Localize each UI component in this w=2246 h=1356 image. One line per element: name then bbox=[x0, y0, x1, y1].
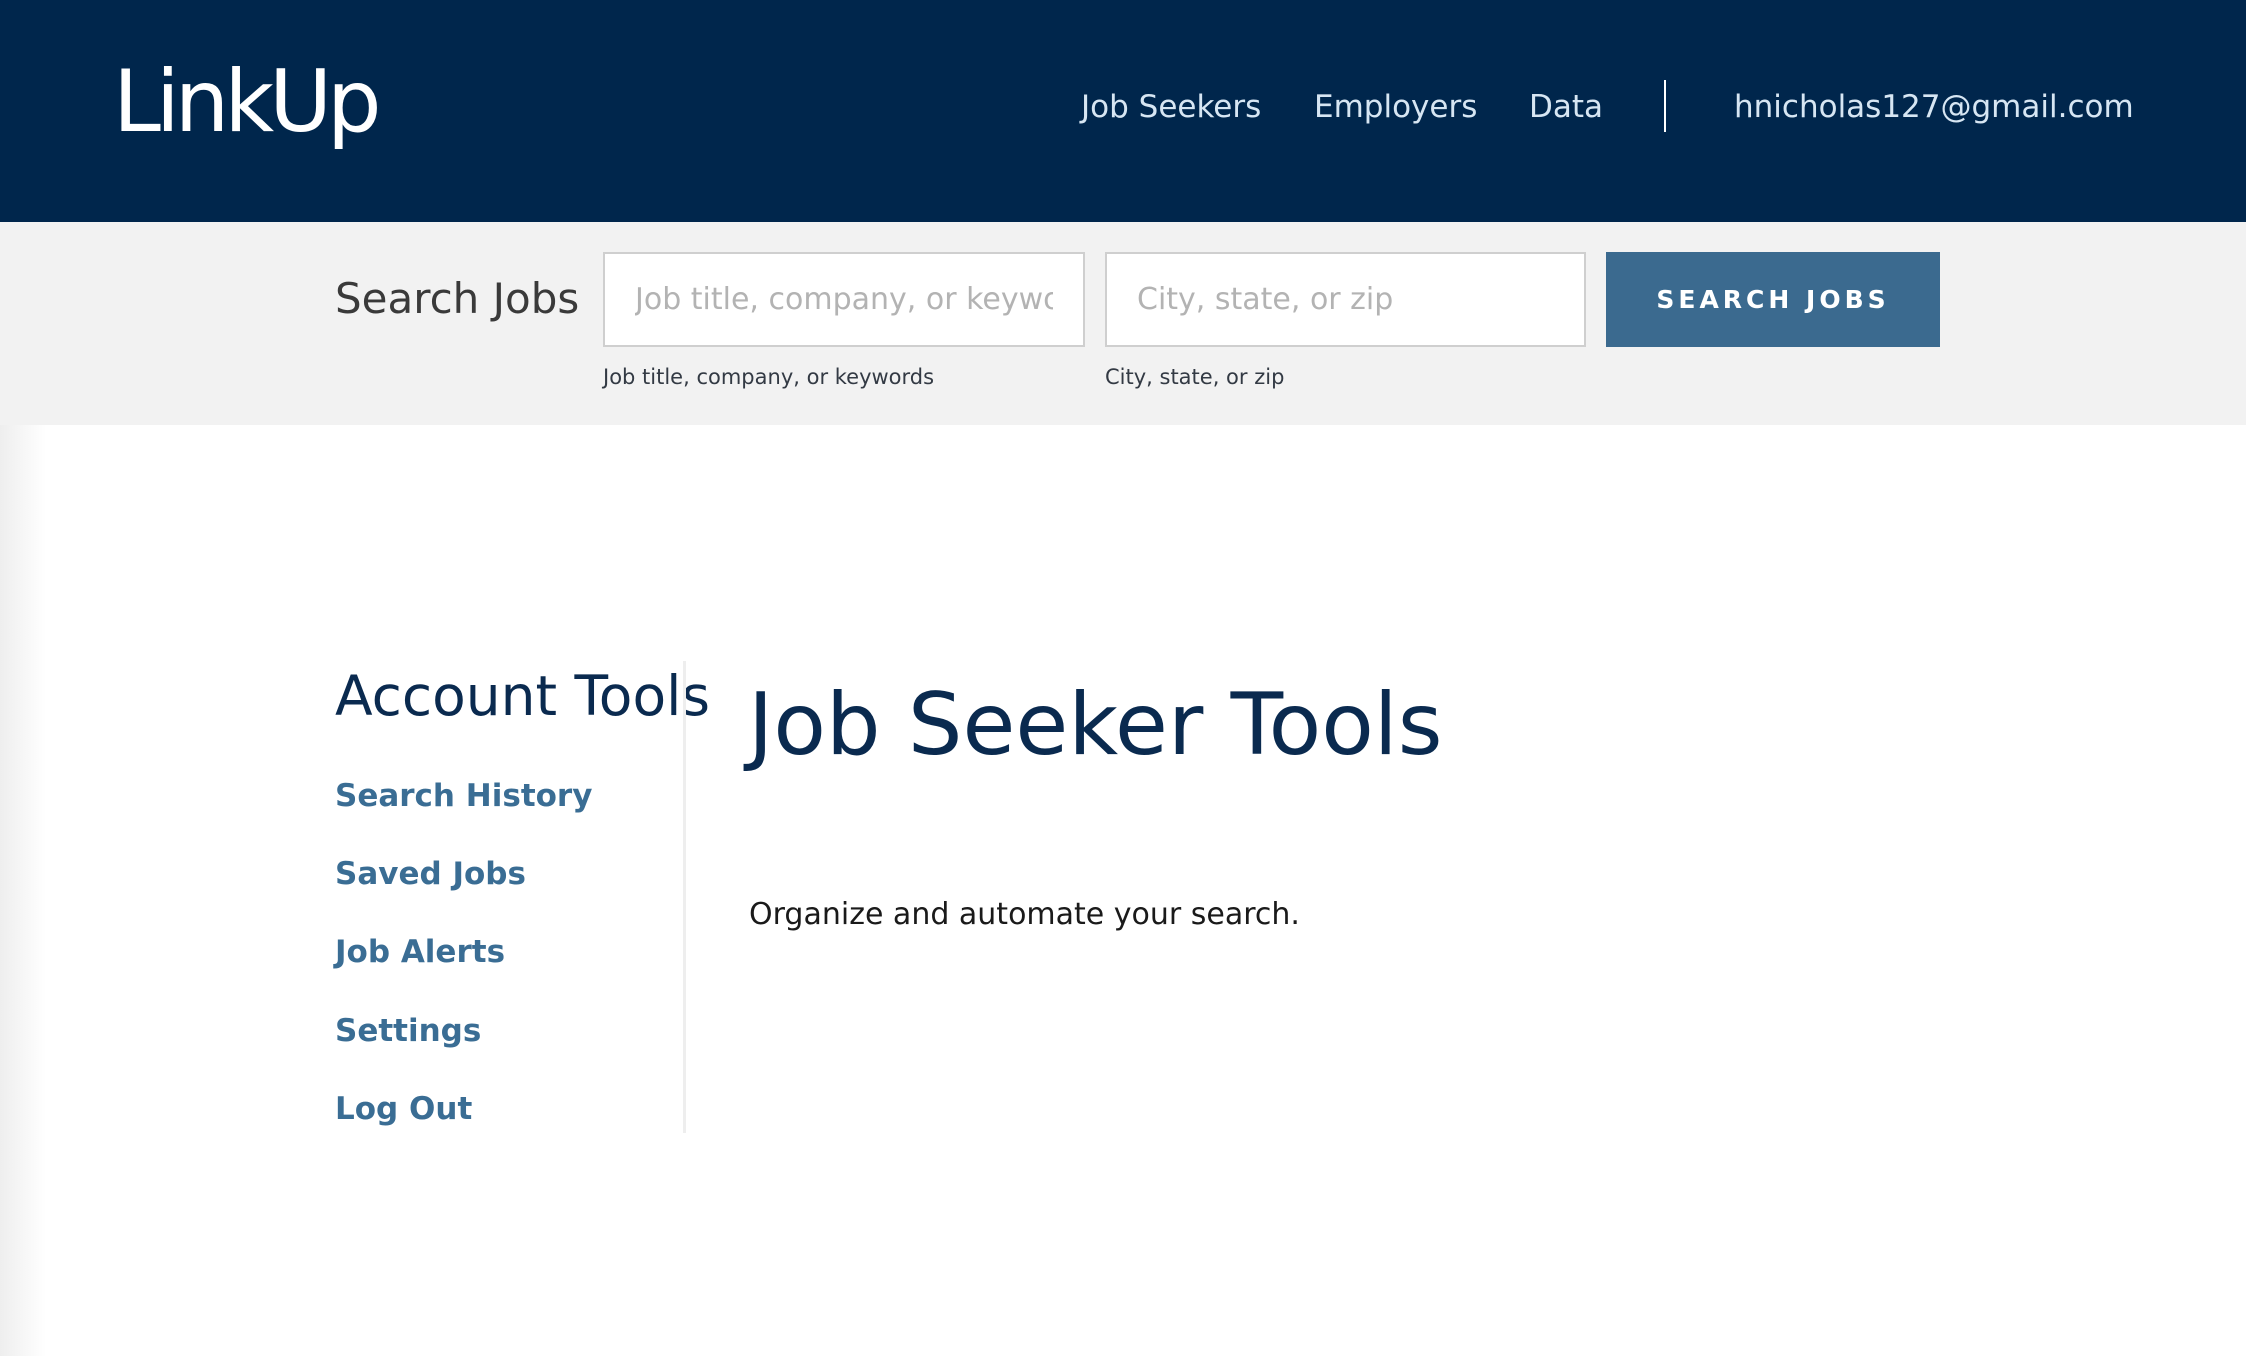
page-edge-shadow bbox=[0, 425, 46, 1356]
page-title: Job Seeker Tools bbox=[748, 675, 1443, 775]
search-jobs-button[interactable]: SEARCH JOBS bbox=[1606, 252, 1940, 347]
sidebar-item-saved-jobs[interactable]: Saved Jobs bbox=[335, 849, 526, 899]
keyword-search-input[interactable] bbox=[603, 252, 1085, 347]
job-search-bar: Search Jobs Job title, company, or keywo… bbox=[0, 222, 2246, 425]
page-description: Organize and automate your search. bbox=[749, 897, 1300, 932]
location-field-caption: City, state, or zip bbox=[1105, 365, 1285, 389]
sidebar-divider bbox=[683, 661, 686, 1133]
nav-divider bbox=[1664, 80, 1666, 132]
location-search-input[interactable] bbox=[1105, 252, 1586, 347]
sidebar-item-settings[interactable]: Settings bbox=[335, 1006, 481, 1056]
top-navigation-bar: LinkUp Job Seekers Employers Data hnicho… bbox=[0, 0, 2246, 222]
sidebar-item-log-out[interactable]: Log Out bbox=[335, 1084, 472, 1134]
linkup-logo[interactable]: LinkUp bbox=[113, 52, 382, 152]
search-jobs-heading: Search Jobs bbox=[335, 274, 580, 323]
nav-link-employers[interactable]: Employers bbox=[1314, 82, 1477, 132]
keyword-field-caption: Job title, company, or keywords bbox=[603, 365, 935, 389]
nav-link-job-seekers[interactable]: Job Seekers bbox=[1081, 82, 1261, 132]
sidebar-item-search-history[interactable]: Search History bbox=[335, 771, 592, 821]
account-tools-heading: Account Tools bbox=[335, 664, 711, 728]
nav-link-data[interactable]: Data bbox=[1529, 82, 1603, 132]
user-account-email[interactable]: hnicholas127@gmail.com bbox=[1734, 82, 2134, 132]
sidebar-item-job-alerts[interactable]: Job Alerts bbox=[335, 927, 505, 977]
